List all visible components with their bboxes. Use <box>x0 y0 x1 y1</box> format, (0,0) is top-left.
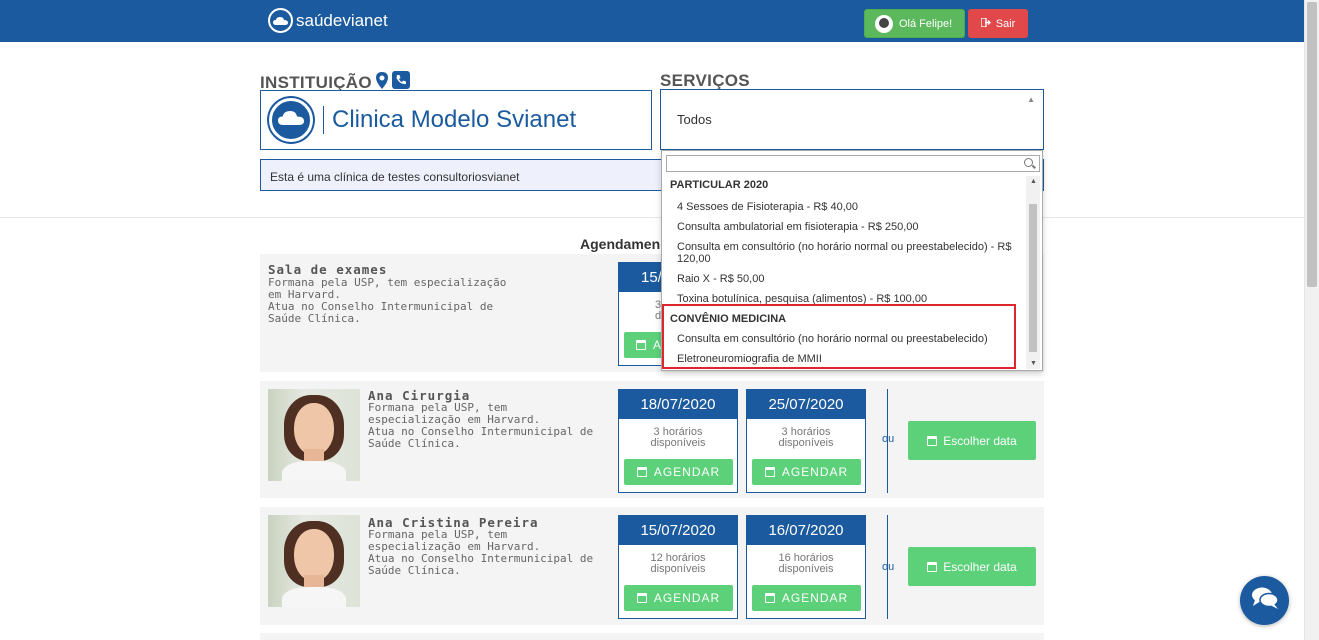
services-label: SERVIÇOS <box>660 71 750 90</box>
highlight-annotation-box <box>662 304 1016 369</box>
availability-text: 16 horários disponíveis <box>747 553 865 575</box>
institution-logo <box>269 98 313 142</box>
logout-label: Sair <box>995 17 1016 30</box>
date-label: 18/07/2020 <box>619 390 737 419</box>
professional-description: Formana pela USP, tem especialização em … <box>268 277 508 325</box>
schedule-button-label: AGENDAR <box>781 465 849 479</box>
service-option[interactable]: Consulta em consultório (no horário norm… <box>662 241 1026 268</box>
date-label: 25/07/2020 <box>747 390 865 419</box>
calendar-icon <box>764 593 775 603</box>
calendar-icon <box>927 561 938 572</box>
greeting-label: Olá Felipe! <box>899 17 953 30</box>
description-line: Formana pela USP, tem especialização em … <box>368 401 541 426</box>
section-divider <box>0 217 1304 218</box>
user-greeting-button[interactable]: Olá Felipe! <box>864 9 965 38</box>
user-avatar-icon <box>875 14 893 33</box>
availability-label: disponíveis <box>650 437 706 449</box>
sign-out-icon <box>980 16 991 30</box>
dropdown-scrollbar-thumb[interactable] <box>1029 204 1037 352</box>
schedule-button[interactable]: AGENDAR <box>624 459 733 485</box>
schedule-title: Agendamen <box>580 236 661 252</box>
professional-card <box>260 633 1044 640</box>
professional-description: Formana pela USP, tem especialização em … <box>368 529 594 577</box>
choose-date-label: Escolher data <box>943 433 1017 448</box>
scroll-up-arrow-icon[interactable]: ▲ <box>1030 178 1037 185</box>
page-scrollbar-thumb[interactable] <box>1307 2 1317 287</box>
date-slot: 25/07/2020 3 horários disponíveis AGENDA… <box>746 389 866 493</box>
cloud-icon <box>268 8 293 33</box>
description-line: Formana pela USP, tem especialização em … <box>268 276 507 301</box>
cloud-icon <box>278 110 304 131</box>
date-label: 15/07/2020 <box>619 516 737 545</box>
institution-box: Clinica Modelo Svianet <box>260 90 652 150</box>
schedule-button-label: AGENDAR <box>781 591 849 605</box>
availability-text: 3 horários disponíveis <box>619 427 737 449</box>
logout-button[interactable]: Sair <box>968 9 1028 38</box>
professional-card: Ana Cristina Pereira Formana pela USP, t… <box>260 507 1044 625</box>
choose-date-button[interactable]: Escolher data <box>908 547 1036 586</box>
services-select[interactable]: Todos ▲ <box>660 89 1044 150</box>
page-scrollbar[interactable] <box>1304 0 1319 640</box>
caret-up-icon: ▲ <box>1027 95 1035 104</box>
service-option[interactable]: Consulta ambulatorial em fisioterapia - … <box>662 221 1026 238</box>
availability-label: disponíveis <box>778 563 834 575</box>
calendar-icon <box>636 593 647 603</box>
institution-description-text: Esta é uma clínica de testes consultorio… <box>270 170 520 184</box>
services-search-input[interactable] <box>666 155 1040 172</box>
description-line: Atua no Conselho Intermunicipal de Saúde… <box>268 300 494 325</box>
chat-button[interactable] <box>1240 576 1289 625</box>
description-line: Formana pela USP, tem especialização em … <box>368 528 541 553</box>
schedule-button[interactable]: AGENDAR <box>624 585 733 611</box>
dropdown-scrollbar[interactable]: ▲ ▼ <box>1026 176 1040 369</box>
institution-divider <box>323 106 324 134</box>
logo-text: saúdevianet <box>296 10 388 30</box>
or-label: ou <box>882 433 895 445</box>
schedule-button[interactable]: AGENDAR <box>752 585 861 611</box>
calendar-icon <box>764 467 775 477</box>
calendar-icon <box>927 435 938 446</box>
calendar-icon <box>636 340 646 350</box>
choose-date-button[interactable]: Escolher data <box>908 421 1036 460</box>
chat-bubbles-icon <box>1251 586 1279 615</box>
description-line: Atua no Conselho Intermunicipal de Saúde… <box>368 425 594 450</box>
top-navbar: saúdevianet Olá Felipe! Sair <box>0 0 1304 42</box>
or-label: ou <box>882 561 895 573</box>
professional-photo <box>268 389 360 481</box>
site-logo[interactable]: saúdevianet <box>268 8 388 33</box>
availability-label: disponíveis <box>650 563 706 575</box>
service-option[interactable]: Raio X - R$ 50,00 <box>662 273 1026 290</box>
search-icon <box>1024 158 1033 167</box>
professional-description: Formana pela USP, tem especialização em … <box>368 402 594 450</box>
date-slot: 16/07/2020 16 horários disponíveis AGEND… <box>746 515 866 619</box>
schedule-button-label: AGENDAR <box>653 591 721 605</box>
professional-card: Ana Cirurgia Formana pela USP, tem espec… <box>260 381 1044 498</box>
institution-name: Clinica Modelo Svianet <box>332 106 577 133</box>
services-selected-value: Todos <box>677 112 712 127</box>
professional-photo <box>268 515 360 607</box>
service-option[interactable]: 4 Sessoes de Fisioterapia - R$ 40,00 <box>662 201 1026 218</box>
schedule-button[interactable]: AGENDAR <box>752 459 861 485</box>
availability-label: disponíveis <box>778 437 834 449</box>
calendar-icon <box>636 467 647 477</box>
scroll-down-arrow-icon[interactable]: ▼ <box>1030 360 1037 367</box>
availability-text: 12 horários disponíveis <box>619 553 737 575</box>
option-group-header: PARTICULAR 2020 <box>670 179 769 191</box>
date-slot: 15/07/2020 12 horários disponíveis AGEND… <box>618 515 738 619</box>
availability-text: 3 horários disponíveis <box>747 427 865 449</box>
choose-date-label: Escolher data <box>943 559 1017 574</box>
professional-name: Sala de exames <box>268 262 388 277</box>
description-line: Atua no Conselho Intermunicipal de Saúde… <box>368 552 594 577</box>
date-slot: 18/07/2020 3 horários disponíveis AGENDA… <box>618 389 738 493</box>
schedule-button-label: AGENDAR <box>653 465 721 479</box>
date-label: 16/07/2020 <box>747 516 865 545</box>
